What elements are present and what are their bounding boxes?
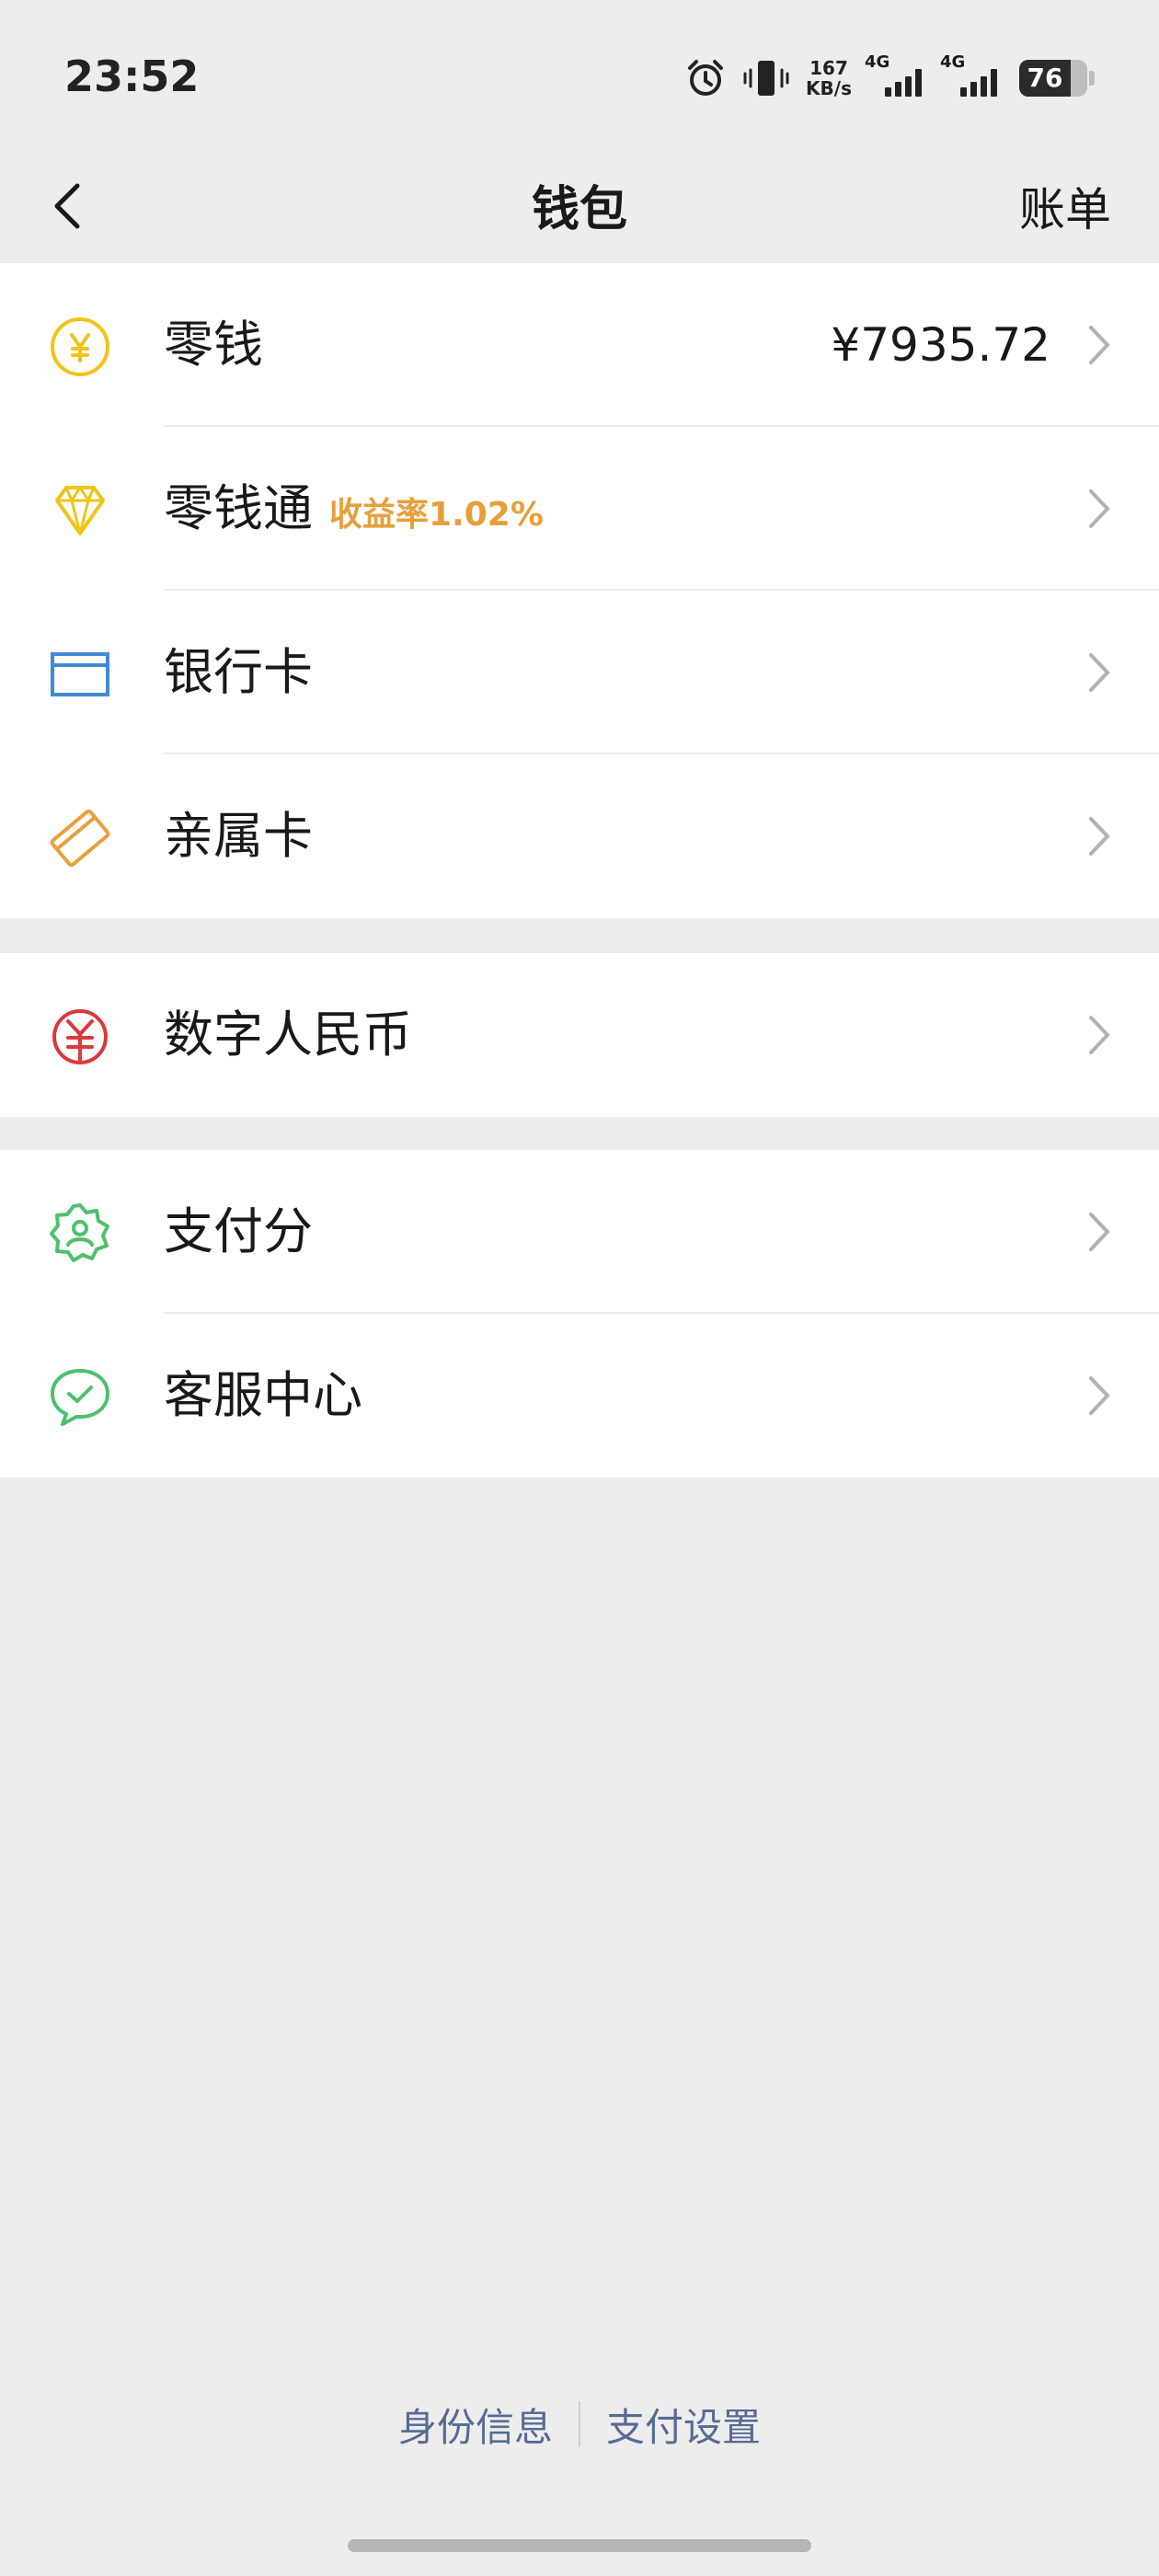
network-speed-value: 167 [809, 57, 848, 79]
wallet-item-family-card[interactable]: 亲属卡 [0, 754, 1159, 918]
wallet-item-pay-score[interactable]: 支付分 [0, 1150, 1159, 1314]
chevron-right-icon [1089, 653, 1110, 692]
wallet-item-label: 零钱通 收益率1.02% [164, 427, 544, 591]
payment-settings-link[interactable]: 支付设置 [580, 2397, 786, 2453]
network-speed-unit: KB/s [806, 77, 852, 99]
wallet-item-digital-rmb[interactable]: 数字人民币 [0, 953, 1159, 1117]
pay-score-icon [50, 1203, 109, 1262]
signal-icon-2: 4G [940, 52, 1003, 97]
status-time: 23:52 [64, 52, 200, 101]
chevron-right-icon [1089, 1376, 1110, 1415]
wallet-item-label: 零钱 [164, 316, 263, 374]
bill-button[interactable]: 账单 [1019, 156, 1111, 263]
yield-rate-badge: 收益率1.02% [329, 496, 544, 534]
status-icons: 167 KB/s 4G 4G 76 [684, 52, 1095, 103]
chevron-right-icon [1089, 1213, 1110, 1251]
wallet-item-label-text: 零钱通 [164, 479, 313, 537]
battery-tip [1089, 71, 1095, 86]
alarm-icon [688, 60, 724, 96]
yuan-coin-icon [51, 317, 109, 376]
wallet-group-digital-rmb: 数字人民币 [0, 953, 1159, 1117]
customer-service-icon [51, 1369, 109, 1426]
wallet-item-bank-card[interactable]: 银行卡 [0, 591, 1159, 754]
chevron-right-icon [1089, 489, 1110, 528]
footer-links: 身份信息 支付设置 [0, 2392, 1159, 2456]
wallet-item-label: 数字人民币 [164, 1006, 412, 1064]
wallet-group-main: 零钱 ¥7935.72 零钱通 收益率1.02% 银行卡 亲属卡 [0, 263, 1159, 918]
network-speed: 167 KB/s [806, 58, 852, 98]
digital-rmb-icon [52, 1009, 108, 1064]
chevron-right-icon [1089, 1016, 1110, 1054]
identity-info-link[interactable]: 身份信息 [373, 2397, 579, 2453]
signal-icon-1: 4G [865, 52, 927, 97]
battery-level: 76 [1027, 63, 1063, 93]
wallet-item-label: 亲属卡 [164, 807, 313, 865]
wallet-item-label: 支付分 [164, 1202, 313, 1260]
wallet-item-customer-service[interactable]: 客服中心 [0, 1314, 1159, 1478]
diamond-icon [55, 486, 105, 535]
vibrate-icon [743, 61, 789, 96]
signal-label-1: 4G [865, 52, 890, 72]
status-bar: 23:52 167 KB/s 4G 4G 76 [0, 0, 1159, 156]
page-title: 钱包 [531, 182, 627, 237]
wallet-item-label: 银行卡 [164, 643, 313, 701]
wallet-group-services: 支付分 客服中心 [0, 1150, 1159, 1478]
wallet-item-label: 客服中心 [164, 1366, 362, 1424]
wallet-item-change[interactable]: 零钱 ¥7935.72 [0, 263, 1159, 427]
family-card-icon [50, 809, 110, 868]
bank-card-icon [51, 652, 109, 696]
wallet-item-lingqiantong[interactable]: 零钱通 收益率1.02% [0, 427, 1159, 591]
balance-value: ¥7935.72 [831, 318, 1050, 372]
chevron-right-icon [1089, 326, 1110, 364]
nav-bar: 钱包 账单 [0, 156, 1159, 263]
chevron-right-icon [1089, 817, 1110, 856]
home-indicator[interactable] [348, 2539, 811, 2552]
battery-icon: 76 [1019, 60, 1087, 97]
signal-label-2: 4G [940, 52, 966, 72]
